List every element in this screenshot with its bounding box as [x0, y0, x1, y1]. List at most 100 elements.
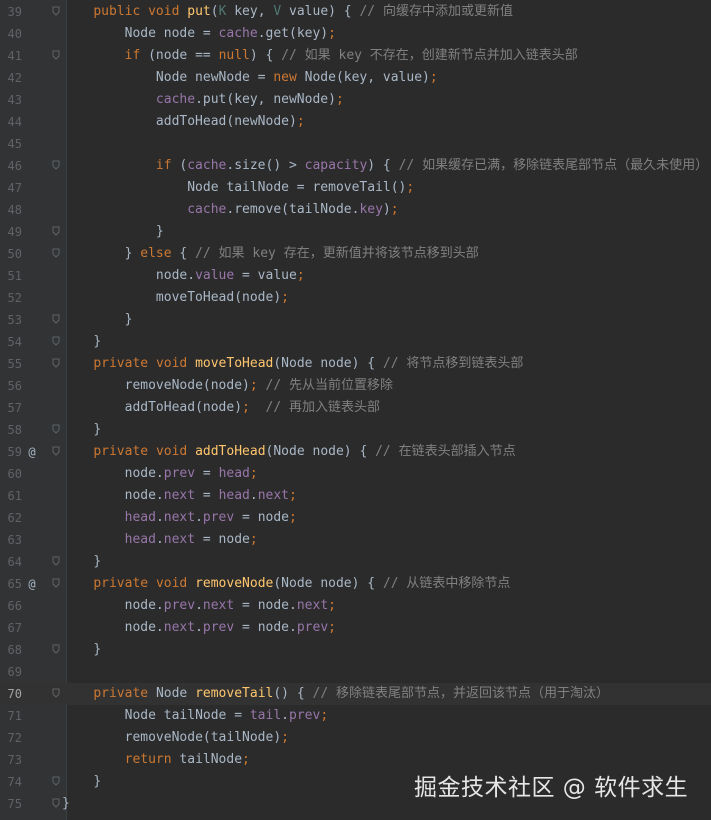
line-number: 60 — [7, 467, 22, 481]
fold-icon[interactable] — [52, 644, 60, 654]
code-token: cache — [187, 202, 227, 217]
code-text: Node newNode = new Node(key, value); — [62, 67, 438, 89]
line-number: 51 — [7, 269, 22, 283]
code-line[interactable]: 71 Node tailNode = tail.prev; — [0, 705, 711, 727]
code-line[interactable]: 50 } else { // 如果 key 存在，更新值并将该节点移到头部 — [0, 243, 711, 265]
fold-icon[interactable] — [52, 314, 60, 324]
code-token: next — [163, 532, 196, 547]
code-token: ; — [328, 620, 336, 635]
code-line[interactable]: 63 head.next = node; — [0, 529, 711, 551]
fold-icon[interactable] — [52, 446, 60, 456]
line-number: 59 — [7, 445, 22, 459]
code-line[interactable]: 58 } — [0, 419, 711, 441]
fold-icon[interactable] — [52, 578, 60, 588]
code-text: } — [62, 771, 101, 793]
code-token: addToHead(newNode) — [155, 114, 297, 129]
code-text: head.next.prev = node; — [62, 507, 297, 529]
code-line[interactable]: 44 addToHead(newNode); — [0, 111, 711, 133]
fold-icon[interactable] — [52, 248, 60, 258]
code-token: ; — [335, 92, 344, 107]
line-number: 61 — [7, 489, 22, 503]
fold-icon[interactable] — [52, 688, 60, 698]
code-line[interactable]: 53 } — [0, 309, 711, 331]
code-line[interactable]: 43 cache.put(key, newNode); — [0, 89, 711, 111]
code-line[interactable]: 56 removeNode(node); // 先从当前位置移除 — [0, 375, 711, 397]
at-sign-icon[interactable]: @ — [25, 441, 39, 463]
fold-icon[interactable] — [52, 336, 60, 346]
code-line[interactable]: 48 cache.remove(tailNode.key); — [0, 199, 711, 221]
fold-icon[interactable] — [52, 50, 60, 60]
code-text: } — [62, 309, 133, 331]
code-token: private — [93, 686, 156, 701]
code-line[interactable]: 54 } — [0, 331, 711, 353]
code-line[interactable]: 67 node.next.prev = node.prev; — [0, 617, 711, 639]
code-line[interactable]: 40 Node node = cache.get(key); — [0, 23, 711, 45]
fold-icon[interactable] — [52, 776, 60, 786]
fold-icon[interactable] — [52, 6, 60, 16]
code-editor[interactable]: 39 public void put(K key, V value) { // … — [0, 0, 711, 820]
code-line[interactable]: 46 if (cache.size() > capacity) { // 如果缓… — [0, 155, 711, 177]
code-line[interactable]: 65 @ private void removeNode(Node node) {… — [0, 573, 711, 595]
code-line[interactable]: 60 node.prev = head; — [0, 463, 711, 485]
code-line[interactable]: 61 node.next = head.next; — [0, 485, 711, 507]
code-token: value — [195, 268, 235, 283]
fold-icon[interactable] — [52, 424, 60, 434]
code-token: removeNode — [195, 576, 274, 591]
code-line[interactable]: 72 removeNode(tailNode); — [0, 727, 711, 749]
code-line[interactable]: 62 head.next.prev = node; — [0, 507, 711, 529]
code-line[interactable]: 47 Node tailNode = removeTail(); — [0, 177, 711, 199]
code-line[interactable]: 57 addToHead(node); // 再加入链表头部 — [0, 397, 711, 419]
code-token: ) { — [249, 48, 282, 63]
line-number: 68 — [7, 643, 22, 657]
code-token: next — [163, 620, 196, 635]
line-number: 43 — [7, 93, 22, 107]
code-token: node. — [155, 268, 196, 283]
code-line[interactable]: 42 Node newNode = new Node(key, value); — [0, 67, 711, 89]
code-line[interactable]: 51 node.value = value; — [0, 265, 711, 287]
code-token: ; — [328, 598, 336, 613]
code-token: prev — [163, 466, 196, 481]
at-sign-icon[interactable]: @ — [25, 573, 39, 595]
fold-icon[interactable] — [52, 226, 60, 236]
code-token: } — [93, 554, 102, 569]
code-line[interactable]: 59 @ private void addToHead(Node node) { … — [0, 441, 711, 463]
fold-icon[interactable] — [52, 358, 60, 368]
line-number: 71 — [7, 709, 22, 723]
code-line[interactable]: 66 node.prev.next = node.next; — [0, 595, 711, 617]
code-token: = node. — [234, 620, 297, 635]
code-token: node. — [124, 488, 164, 503]
code-token: tail — [249, 708, 282, 723]
watermark: 掘金技术社区 @ 软件求生 — [414, 775, 689, 801]
code-token: Node newNode = — [155, 70, 274, 85]
code-line[interactable]: 41 if (node == null) { // 如果 key 不存在，创建新… — [0, 45, 711, 67]
code-line[interactable]: 69 — [0, 661, 711, 683]
code-line[interactable]: 49 } — [0, 221, 711, 243]
code-token: Node tailNode = removeTail() — [187, 180, 407, 195]
code-token: node. — [124, 620, 164, 635]
code-line[interactable]: 45 — [0, 133, 711, 155]
code-text: node.next = head.next; — [62, 485, 297, 507]
code-line[interactable]: 52 moveToHead(node); — [0, 287, 711, 309]
code-line[interactable]: 55 private void moveToHead(Node node) { … — [0, 353, 711, 375]
code-token: put — [187, 4, 211, 19]
code-token: ; — [289, 510, 297, 525]
code-token: prev — [202, 620, 235, 635]
code-text: removeNode(tailNode); — [62, 727, 289, 749]
fold-icon[interactable] — [52, 798, 60, 808]
line-number: 50 — [7, 247, 22, 261]
code-line[interactable]: 64 } — [0, 551, 711, 573]
code-line[interactable]: 39 public void put(K key, V value) { // … — [0, 1, 711, 23]
code-line[interactable]: 70 private Node removeTail() { // 移除链表尾部… — [0, 683, 711, 705]
code-line[interactable]: 68 } — [0, 639, 711, 661]
fold-icon[interactable] — [52, 556, 60, 566]
fold-icon[interactable] — [52, 160, 60, 170]
code-text: } — [62, 793, 70, 815]
code-token: new — [273, 70, 305, 85]
